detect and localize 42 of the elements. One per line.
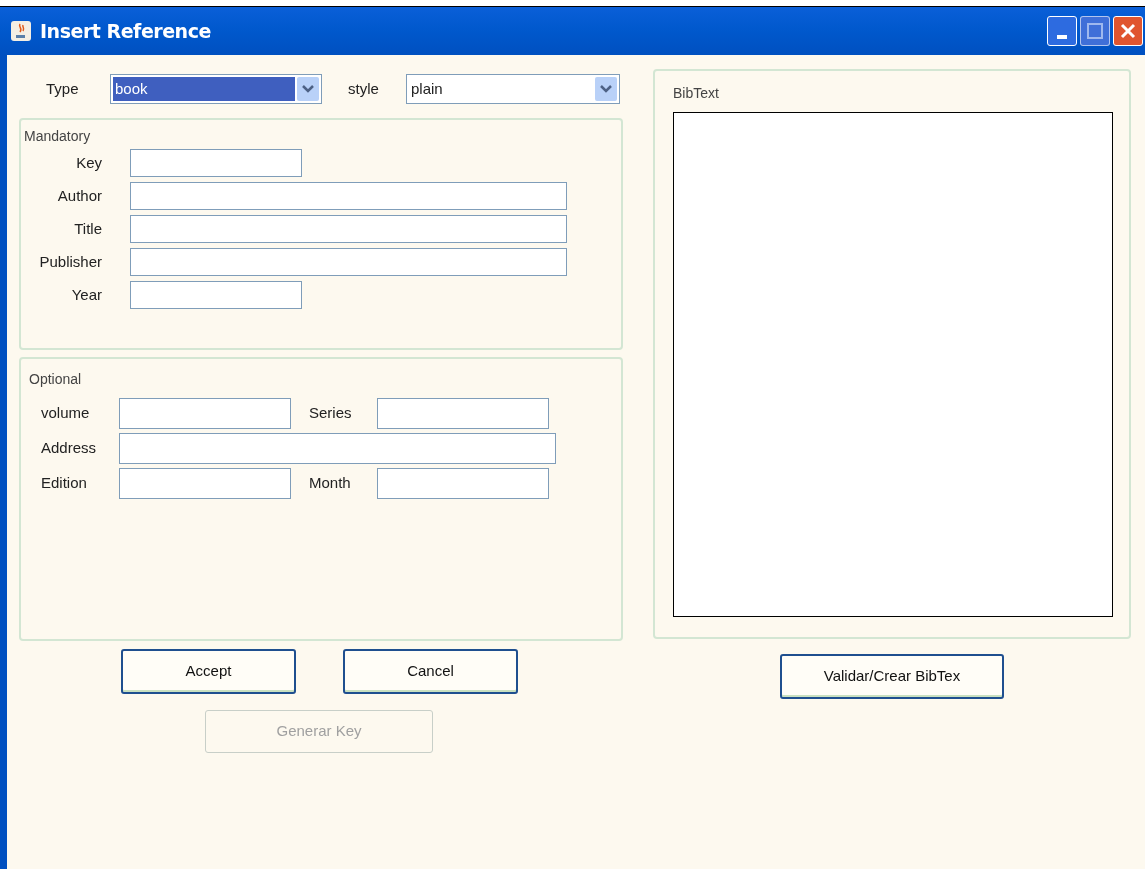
- field-label: Series: [309, 403, 353, 424]
- field-label: Key: [75, 152, 102, 173]
- field-label: Year: [70, 284, 102, 305]
- cup-icon: [10, 20, 32, 42]
- window-title: Insert Reference: [40, 18, 211, 44]
- type-dropdown[interactable]: book: [110, 74, 322, 104]
- dropdown-value: book: [113, 77, 295, 101]
- field-label: Address: [40, 438, 98, 459]
- text-field[interactable]: [130, 248, 567, 276]
- text-field[interactable]: [119, 398, 291, 429]
- field-label: Edition: [40, 473, 88, 494]
- text-field[interactable]: [377, 398, 549, 429]
- close-button[interactable]: [1113, 16, 1143, 46]
- button[interactable]: Accept: [121, 649, 296, 694]
- minimize-icon: [1057, 35, 1067, 39]
- text-field[interactable]: [130, 281, 302, 309]
- text-field[interactable]: [119, 433, 556, 464]
- button[interactable]: Cancel: [343, 649, 518, 694]
- text-field[interactable]: [130, 149, 302, 177]
- text-field[interactable]: [130, 215, 567, 243]
- close-icon: [1120, 23, 1136, 39]
- dropdown-value: plain: [410, 78, 444, 99]
- maximize-button[interactable]: [1080, 16, 1110, 46]
- maximize-icon: [1087, 23, 1103, 39]
- field-label: Publisher: [38, 251, 102, 272]
- type-label: Type: [46, 78, 80, 99]
- group-title: BibText: [673, 84, 720, 103]
- text-field[interactable]: [377, 468, 549, 499]
- field-label: Title: [73, 218, 102, 239]
- group-title: Mandatory: [24, 127, 92, 146]
- style-dropdown[interactable]: plain: [406, 74, 620, 104]
- chevron-icon: [297, 77, 319, 101]
- chevron-icon: [595, 77, 617, 101]
- field-label: Month: [309, 473, 352, 494]
- minimize-button[interactable]: [1047, 16, 1077, 46]
- group-title: Optional: [29, 370, 83, 389]
- style-label: style: [348, 78, 380, 99]
- text-field[interactable]: [119, 468, 291, 499]
- text-field[interactable]: [130, 182, 567, 210]
- validate-button[interactable]: Validar/Crear BibTex: [780, 654, 1004, 699]
- field-label: volume: [40, 403, 91, 424]
- field-label: Author: [56, 185, 102, 206]
